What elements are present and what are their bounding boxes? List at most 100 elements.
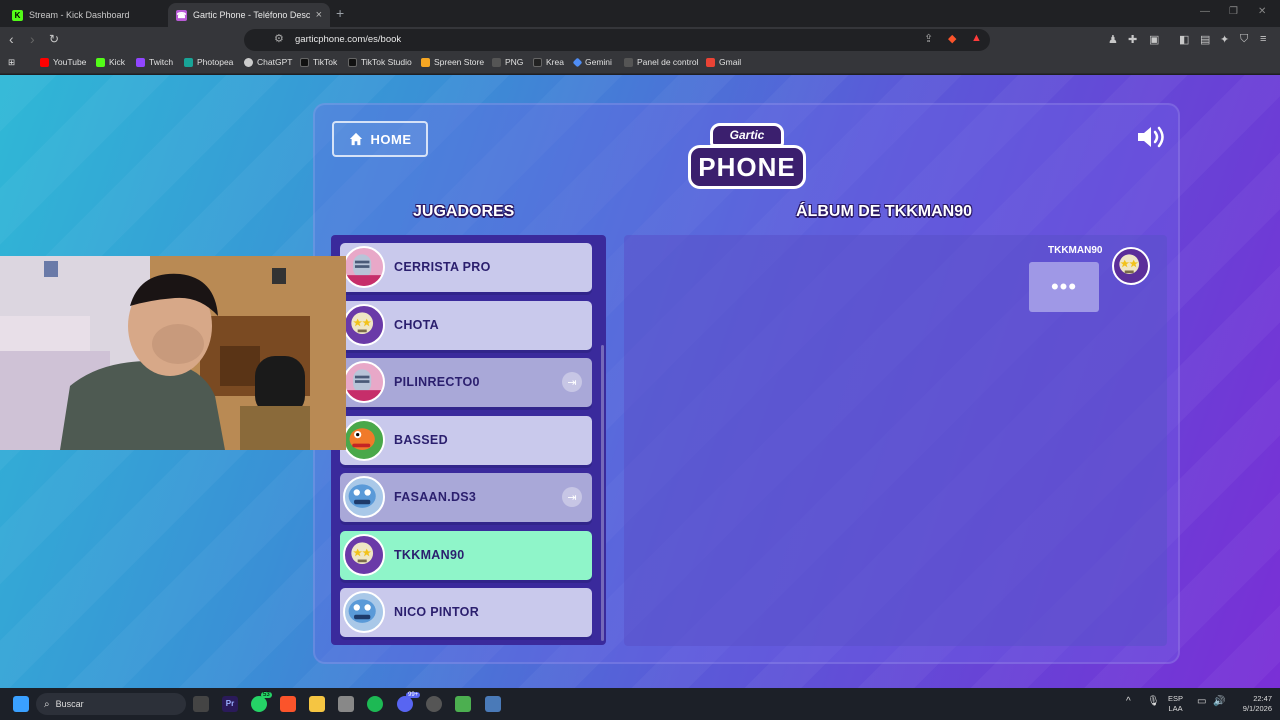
tab-kick-dashboard[interactable]: K Stream - Kick Dashboard <box>4 3 164 27</box>
maximize-icon[interactable]: ❐ <box>1229 6 1238 17</box>
logo-bottom-text: PHONE <box>688 145 806 189</box>
wallet-icon[interactable]: ▤ <box>1200 33 1210 46</box>
tab-gartic-phone[interactable]: ☎ Gartic Phone - Teléfono Desc × <box>168 3 330 27</box>
volume-icon[interactable]: 🔊 <box>1213 697 1225 707</box>
tiktok-icon <box>300 57 309 67</box>
player-row[interactable]: FASAAN.DS3 ⇥ <box>340 473 592 522</box>
player-row[interactable]: PILINRECTO0 ⇥ <box>340 358 592 407</box>
extensions-icon[interactable]: ✚ <box>1128 33 1137 46</box>
brave-browser-icon[interactable] <box>280 696 296 712</box>
browser-toolbar: ‹ › ↻ ▯ ⚙ garticphone.com/es/book ⇪ ◆ ▲ … <box>0 27 1280 53</box>
home-icon <box>349 132 362 146</box>
brave-shields-icon[interactable]: ◆ <box>948 32 956 45</box>
player-row[interactable]: NICO PINTOR <box>340 588 592 637</box>
players-scrollbar[interactable] <box>601 345 604 641</box>
reload-icon[interactable]: ↻ <box>49 32 59 46</box>
bookmark-png[interactable]: PNG <box>492 57 523 67</box>
album-author-name: TKKMAN90 <box>1048 245 1103 256</box>
bookmark-chatgpt[interactable]: ChatGPT <box>244 57 292 67</box>
new-tab-icon[interactable]: + <box>336 5 344 21</box>
sidebar-icon[interactable]: ◧ <box>1179 33 1189 46</box>
language-code: ESP <box>1168 694 1184 703</box>
bookmark-youtube[interactable]: YouTube <box>40 57 86 67</box>
microsoft-store-icon[interactable] <box>338 696 354 712</box>
address-bar[interactable]: ⚙ garticphone.com/es/book ⇪ ◆ ▲ <box>244 29 990 51</box>
bookmark-gemini[interactable]: Gemini <box>572 57 612 67</box>
exit-icon: ⇥ <box>562 487 582 507</box>
png-icon <box>492 57 501 67</box>
extension-icon[interactable]: ♟ <box>1108 33 1118 46</box>
player-row[interactable]: CHOTA <box>340 301 592 350</box>
bookmark-twitch[interactable]: Twitch <box>136 57 173 67</box>
bookmark-tiktok[interactable]: TikTok <box>300 57 337 67</box>
bookmark-label: TikTok Studio <box>361 57 412 67</box>
bookmark-gmail[interactable]: Gmail <box>706 57 741 67</box>
minimize-icon[interactable]: — <box>1200 6 1210 17</box>
windows-taskbar: ⌕ Buscar Pr 53 99+ ^ 🎙 ESP LAA ▭ 🔊 22:47… <box>0 688 1280 720</box>
brave-rewards-icon[interactable]: ▲ <box>971 32 982 44</box>
taskbar-search[interactable]: ⌕ Buscar <box>36 693 186 715</box>
player-row[interactable]: CERRISTA PRO <box>340 243 592 292</box>
blue-monster-avatar-icon <box>343 591 385 633</box>
notepad-icon[interactable] <box>485 696 501 712</box>
menu-icon[interactable]: ≡ <box>1260 33 1266 45</box>
vpn-icon[interactable]: ⛉ <box>1240 33 1248 46</box>
keyboard-layout: LAA <box>1168 704 1183 713</box>
bookmark-krea[interactable]: Krea <box>533 57 564 67</box>
bookmark-panel-de-control[interactable]: Panel de control <box>624 57 698 67</box>
spotify-icon[interactable] <box>367 696 383 712</box>
bookmark-label: Kick <box>109 57 126 67</box>
clock[interactable]: 22:47 9/1/2026 <box>1230 694 1272 714</box>
bookmark-label: ChatGPT <box>257 57 293 67</box>
media-icon[interactable]: ▣ <box>1149 33 1159 46</box>
share-icon[interactable]: ⇪ <box>924 32 933 45</box>
file-explorer-icon[interactable] <box>309 696 325 712</box>
players-heading: JUGADORES <box>413 203 515 220</box>
gmail-icon <box>706 57 715 67</box>
tab-title: Gartic Phone - Teléfono Desc <box>193 10 310 20</box>
network-icon[interactable]: ▭ <box>1197 697 1206 707</box>
site-info-icon[interactable]: ⚙ <box>274 32 284 45</box>
album-area: TKKMAN90 ••• <box>624 235 1167 646</box>
apps-grid-icon[interactable]: ⊞ <box>8 57 15 68</box>
language-indicator[interactable]: ESP LAA <box>1168 694 1183 714</box>
home-button[interactable]: HOME <box>332 121 428 157</box>
obs-icon[interactable] <box>426 696 442 712</box>
whatsapp-icon[interactable] <box>251 696 267 712</box>
bookmark-kick[interactable]: Kick <box>96 57 125 67</box>
skull-star-avatar-icon <box>343 304 385 346</box>
bookmark-label: TikTok <box>313 57 338 67</box>
close-tab-icon[interactable]: × <box>316 9 322 21</box>
task-view-icon[interactable] <box>193 696 209 712</box>
bookmark-label: Krea <box>546 57 564 67</box>
back-icon[interactable]: ‹ <box>9 31 14 47</box>
windows-start-icon[interactable] <box>13 696 29 712</box>
tray-overflow-icon[interactable]: ^ <box>1126 697 1131 707</box>
premiere-pro-icon[interactable]: Pr <box>222 696 238 712</box>
forward-icon[interactable]: › <box>30 31 35 47</box>
typing-bubble: ••• <box>1029 262 1099 312</box>
bookmark-label: Panel de control <box>637 57 699 67</box>
minecraft-icon[interactable] <box>455 696 471 712</box>
microphone-icon[interactable]: 🎙 <box>1147 697 1160 707</box>
bookmark-label: YouTube <box>53 57 87 67</box>
player-row[interactable]: BASSED <box>340 416 592 465</box>
bookmark-label: Spreen Store <box>434 57 485 67</box>
photopea-icon <box>184 57 193 67</box>
close-window-icon[interactable]: ✕ <box>1258 6 1266 17</box>
sound-icon[interactable] <box>1136 124 1168 150</box>
bookmark-tiktok-studio[interactable]: TikTok Studio <box>348 57 412 67</box>
panel-de-control-icon <box>624 57 633 67</box>
bookmark-spreen-store[interactable]: Spreen Store <box>421 57 484 67</box>
player-name: PILINRECTO0 <box>394 375 480 389</box>
home-label: HOME <box>370 131 412 147</box>
discord-badge: 99+ <box>406 692 421 698</box>
webcam-video <box>0 256 346 450</box>
discord-icon[interactable] <box>397 696 413 712</box>
chatgpt-icon <box>244 57 253 67</box>
skull-star-avatar-icon <box>1112 247 1150 285</box>
webcam-overlay <box>0 256 346 450</box>
leo-ai-icon[interactable]: ✦ <box>1220 33 1229 46</box>
bookmark-photopea[interactable]: Photopea <box>184 57 233 67</box>
player-row[interactable]: TKKMAN90 <box>340 531 592 580</box>
